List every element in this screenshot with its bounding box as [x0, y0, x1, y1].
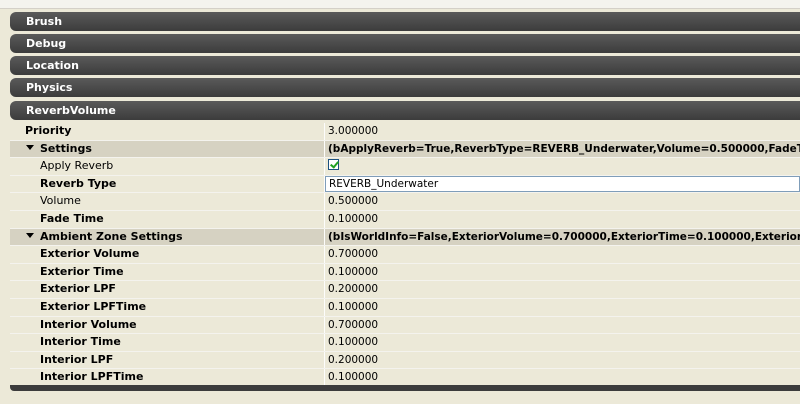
- property-name: Exterior Volume: [10, 246, 325, 263]
- group-name[interactable]: Settings: [10, 140, 325, 158]
- collapse-triangle-icon[interactable]: [26, 145, 34, 151]
- reverb-type-combo[interactable]: REVERB_Underwater: [325, 175, 800, 193]
- group-name[interactable]: Ambient Zone Settings: [10, 228, 325, 246]
- property-name: Interior Volume: [10, 316, 325, 334]
- property-name: Priority: [10, 123, 325, 140]
- property-name: Volume: [10, 193, 325, 210]
- property-name: Interior LPF: [10, 351, 325, 369]
- top-strip: [0, 0, 800, 9]
- property-value[interactable]: 0.200000: [325, 281, 800, 298]
- property-name: Exterior LPF: [10, 281, 325, 298]
- property-row-interior-volume[interactable]: Interior Volume 0.700000: [10, 316, 800, 335]
- property-group-ambient-zone[interactable]: Ambient Zone Settings (bIsWorldInfo=Fals…: [10, 228, 800, 247]
- property-value[interactable]: 0.100000: [325, 299, 800, 316]
- property-value[interactable]: 0.100000: [325, 334, 800, 351]
- property-value[interactable]: 0.100000: [325, 211, 800, 228]
- property-grid: Priority 3.000000 Settings (bApplyReverb…: [10, 123, 800, 387]
- property-group-settings[interactable]: Settings (bApplyReverb=True,ReverbType=R…: [10, 140, 800, 159]
- category-debug[interactable]: Debug: [10, 34, 800, 53]
- property-value[interactable]: 0.200000: [325, 352, 800, 369]
- property-row-exterior-lpftime[interactable]: Exterior LPFTime 0.100000: [10, 298, 800, 317]
- property-value[interactable]: 0.500000: [325, 193, 800, 210]
- group-label: Ambient Zone Settings: [40, 229, 183, 243]
- property-value: [325, 158, 800, 175]
- property-value[interactable]: 0.100000: [325, 369, 800, 386]
- property-name: Exterior Time: [10, 263, 325, 281]
- category-reverbvolume[interactable]: ReverbVolume: [10, 101, 800, 120]
- property-row-exterior-volume[interactable]: Exterior Volume 0.700000: [10, 246, 800, 264]
- property-name: Fade Time: [10, 210, 325, 228]
- property-row-interior-lpf[interactable]: Interior LPF 0.200000: [10, 351, 800, 370]
- group-value: (bApplyReverb=True,ReverbType=REVERB_Und…: [328, 142, 800, 155]
- property-name: Reverb Type: [10, 175, 325, 193]
- property-row-apply-reverb[interactable]: Apply Reverb: [10, 158, 800, 176]
- category-physics[interactable]: Physics: [10, 78, 800, 97]
- property-row-exterior-time[interactable]: Exterior Time 0.100000: [10, 263, 800, 282]
- apply-reverb-checkbox[interactable]: [328, 159, 339, 171]
- property-name: Interior Time: [10, 334, 325, 351]
- property-row-volume[interactable]: Volume 0.500000: [10, 193, 800, 211]
- group-value: (bIsWorldInfo=False,ExteriorVolume=0.700…: [328, 230, 800, 243]
- property-row-priority[interactable]: Priority 3.000000: [10, 123, 800, 141]
- collapse-triangle-icon[interactable]: [26, 233, 34, 239]
- property-name: Exterior LPFTime: [10, 298, 325, 316]
- category-location[interactable]: Location: [10, 56, 800, 75]
- property-value[interactable]: 3.000000: [325, 123, 800, 140]
- category-footer-bar: [10, 385, 800, 391]
- property-value[interactable]: 0.100000: [325, 264, 800, 281]
- group-label: Settings: [40, 141, 92, 155]
- property-row-reverb-type[interactable]: Reverb Type REVERB_Underwater: [10, 175, 800, 194]
- property-name: Apply Reverb: [10, 158, 325, 175]
- property-row-exterior-lpf[interactable]: Exterior LPF 0.200000: [10, 281, 800, 299]
- property-value[interactable]: 0.700000: [325, 246, 800, 263]
- property-editor: Brush Debug Location Physics ReverbVolum…: [0, 0, 800, 404]
- category-brush[interactable]: Brush: [10, 12, 800, 31]
- property-value[interactable]: 0.700000: [325, 317, 800, 334]
- property-row-fade-time[interactable]: Fade Time 0.100000: [10, 210, 800, 229]
- property-name: Interior LPFTime: [10, 369, 325, 386]
- property-row-interior-time[interactable]: Interior Time 0.100000: [10, 334, 800, 352]
